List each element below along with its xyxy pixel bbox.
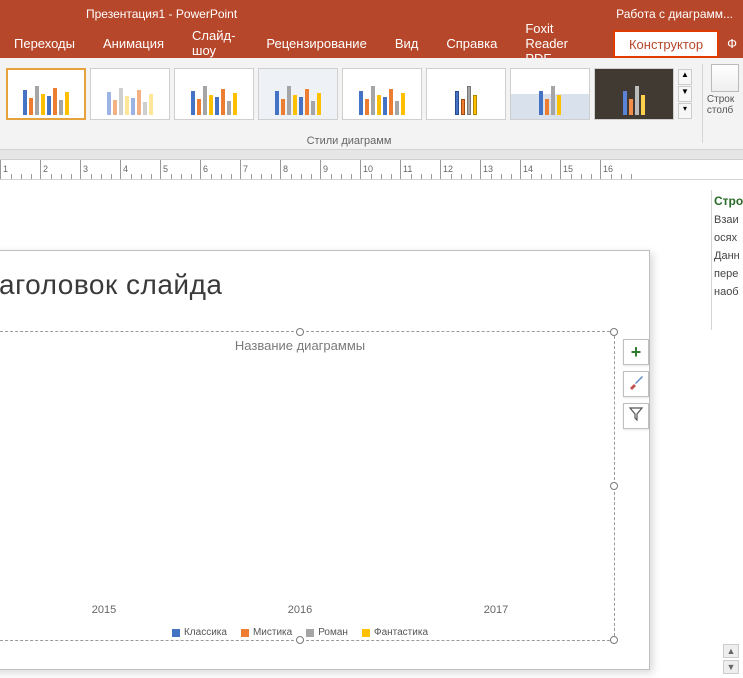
- legend-swatch: [306, 629, 314, 637]
- task-pane-text-2: осях: [714, 232, 741, 244]
- resize-handle-ne[interactable]: [610, 328, 618, 336]
- chart-float-toolbar: +: [623, 339, 649, 429]
- chart-x-tick-label: 2015: [92, 604, 116, 616]
- legend-item[interactable]: Мистика: [241, 627, 292, 638]
- chart-object[interactable]: Название диаграммы 2015 2016 2017 Классика…: [0, 331, 615, 641]
- chart-x-tick-label: 2017: [484, 604, 508, 616]
- legend-swatch: [172, 629, 180, 637]
- tab-transitions[interactable]: Переходы: [0, 28, 89, 58]
- title-bar: Презентация1 - PowerPoint Работа с диагр…: [0, 0, 743, 28]
- document-title: Презентация1 - PowerPoint: [86, 7, 237, 21]
- ribbon: ▲ ▼ ▾ Стили диаграмм Строк столб: [0, 58, 743, 150]
- chart-elements-button[interactable]: +: [623, 339, 649, 365]
- legend-label: Классика: [184, 627, 227, 638]
- switch-row-column-icon: [711, 64, 739, 92]
- chart-style-1[interactable]: [6, 68, 86, 120]
- legend-label: Роман: [318, 627, 348, 638]
- legend-label: Мистика: [253, 627, 292, 638]
- chart-styles-gallery: ▲ ▼ ▾: [2, 62, 696, 120]
- tab-animations[interactable]: Анимация: [89, 28, 178, 58]
- chart-style-7[interactable]: [510, 68, 590, 120]
- gallery-expand[interactable]: ▾: [678, 103, 692, 119]
- chart-x-tick-label: 2016: [288, 604, 312, 616]
- chart-style-2[interactable]: [90, 68, 170, 120]
- chart-style-5[interactable]: [342, 68, 422, 120]
- funnel-icon: [629, 407, 643, 426]
- task-pane-text-5: наоб: [714, 286, 741, 298]
- tab-help[interactable]: Справка: [432, 28, 511, 58]
- slide[interactable]: аголовок слайда Название диаграммы 20152…: [0, 250, 650, 670]
- horizontal-ruler[interactable]: 12345678910111213141516: [0, 160, 743, 180]
- slide-title-placeholder[interactable]: аголовок слайда: [0, 251, 649, 301]
- tab-foxit[interactable]: Foxit Reader PDF: [511, 28, 611, 58]
- chart-styles-button[interactable]: [623, 371, 649, 397]
- legend-item[interactable]: Роман: [306, 627, 348, 638]
- chart-style-3[interactable]: [174, 68, 254, 120]
- resize-handle-e[interactable]: [610, 482, 618, 490]
- tab-slideshow[interactable]: Слайд-шоу: [178, 28, 252, 58]
- plus-icon: +: [631, 342, 642, 363]
- legend-label: Фантастика: [374, 627, 428, 638]
- tab-design[interactable]: Конструктор: [613, 30, 719, 58]
- tab-review[interactable]: Рецензирование: [252, 28, 380, 58]
- ribbon-group-chart-styles: ▲ ▼ ▾ Стили диаграмм: [0, 58, 698, 149]
- task-pane-text-1: Взаи: [714, 214, 741, 226]
- chart-styles-group-label: Стили диаграмм: [307, 135, 392, 149]
- chart-legend[interactable]: Классика Мистика Роман Фантастика: [0, 627, 614, 638]
- gallery-scroll-up[interactable]: ▲: [678, 69, 692, 85]
- switch-row-column-button[interactable]: Строк столб: [707, 58, 743, 149]
- brush-icon: [628, 374, 644, 395]
- task-pane-text-3: Данн: [714, 250, 741, 262]
- chart-plot-area[interactable]: [6, 368, 594, 600]
- task-pane[interactable]: Стро Взаи осях Данн пере наоб: [711, 190, 743, 330]
- scroll-prev-slide[interactable]: ▲: [723, 644, 739, 658]
- scroll-next-slide[interactable]: ▼: [723, 660, 739, 674]
- vertical-scroll-controls: ▲ ▼: [723, 644, 739, 674]
- legend-swatch: [241, 629, 249, 637]
- chart-filters-button[interactable]: [623, 403, 649, 429]
- chart-style-8[interactable]: [594, 68, 674, 120]
- legend-item[interactable]: Классика: [172, 627, 227, 638]
- task-pane-text-4: пере: [714, 268, 741, 280]
- ribbon-separator: [702, 64, 703, 143]
- slide-canvas-area[interactable]: аголовок слайда Название диаграммы 20152…: [0, 180, 713, 678]
- task-pane-header: Стро: [714, 194, 741, 208]
- chart-title[interactable]: Название диаграммы: [0, 332, 614, 353]
- chart-x-axis: 2015 2016 2017: [6, 604, 594, 618]
- ribbon-tabs: Переходы Анимация Слайд-шоу Рецензирован…: [0, 28, 743, 58]
- tab-format[interactable]: Ф: [721, 28, 743, 58]
- chart-style-4[interactable]: [258, 68, 338, 120]
- legend-swatch: [362, 629, 370, 637]
- gallery-scroll-down[interactable]: ▼: [678, 86, 692, 102]
- chart-style-6[interactable]: [426, 68, 506, 120]
- tab-view[interactable]: Вид: [381, 28, 433, 58]
- resize-handle-n[interactable]: [296, 328, 304, 336]
- context-tab-chart-tools[interactable]: Работа с диаграмм...: [606, 0, 743, 28]
- legend-item[interactable]: Фантастика: [362, 627, 428, 638]
- ribbon-divider: [0, 150, 743, 160]
